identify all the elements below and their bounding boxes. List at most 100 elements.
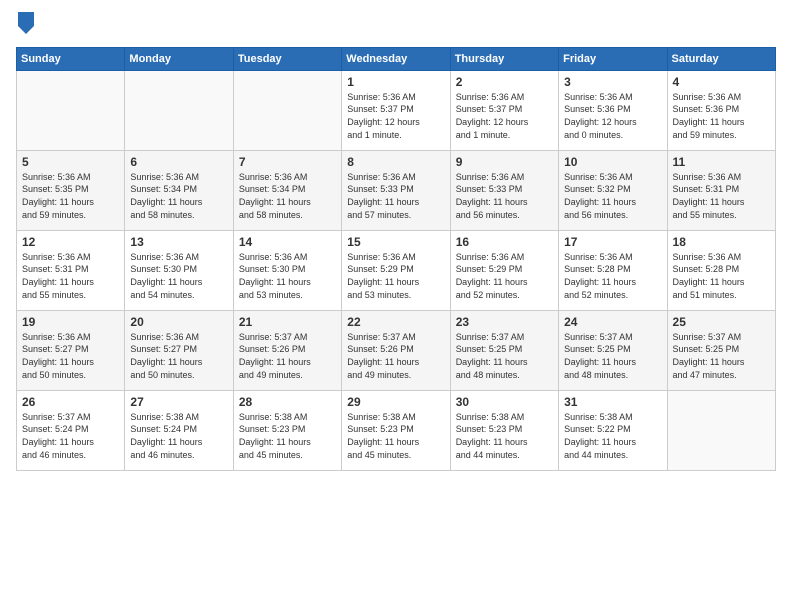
cell-text: Sunrise: 5:36 AM Sunset: 5:36 PM Dayligh…	[564, 91, 661, 141]
day-number: 15	[347, 235, 444, 249]
calendar-cell: 18 Sunrise: 5:36 AM Sunset: 5:28 PM Dayli…	[667, 230, 775, 310]
cell-text: Sunrise: 5:38 AM Sunset: 5:23 PM Dayligh…	[347, 411, 444, 461]
calendar-cell: 6 Sunrise: 5:36 AM Sunset: 5:34 PM Daylig…	[125, 150, 233, 230]
cell-text: Sunrise: 5:36 AM Sunset: 5:28 PM Dayligh…	[673, 251, 770, 301]
weekday-header-row: SundayMondayTuesdayWednesdayThursdayFrid…	[17, 47, 776, 70]
weekday-header: Thursday	[450, 47, 558, 70]
day-number: 21	[239, 315, 336, 329]
cell-text: Sunrise: 5:36 AM Sunset: 5:32 PM Dayligh…	[564, 171, 661, 221]
calendar-cell: 10 Sunrise: 5:36 AM Sunset: 5:32 PM Dayli…	[559, 150, 667, 230]
calendar-cell: 3 Sunrise: 5:36 AM Sunset: 5:36 PM Daylig…	[559, 70, 667, 150]
day-number: 12	[22, 235, 119, 249]
calendar-cell: 28 Sunrise: 5:38 AM Sunset: 5:23 PM Dayli…	[233, 390, 341, 470]
cell-text: Sunrise: 5:36 AM Sunset: 5:33 PM Dayligh…	[347, 171, 444, 221]
calendar-cell: 15 Sunrise: 5:36 AM Sunset: 5:29 PM Dayli…	[342, 230, 450, 310]
cell-text: Sunrise: 5:36 AM Sunset: 5:34 PM Dayligh…	[130, 171, 227, 221]
cell-text: Sunrise: 5:36 AM Sunset: 5:37 PM Dayligh…	[347, 91, 444, 141]
calendar-cell: 12Sunrise: 5:36 AM Sunset: 5:31 PM Dayli…	[17, 230, 125, 310]
calendar-week-row: 5Sunrise: 5:36 AM Sunset: 5:35 PM Daylig…	[17, 150, 776, 230]
day-number: 17	[564, 235, 661, 249]
cell-text: Sunrise: 5:36 AM Sunset: 5:27 PM Dayligh…	[22, 331, 119, 381]
logo-icon	[18, 12, 34, 34]
calendar-cell	[17, 70, 125, 150]
cell-text: Sunrise: 5:38 AM Sunset: 5:24 PM Dayligh…	[130, 411, 227, 461]
cell-text: Sunrise: 5:36 AM Sunset: 5:33 PM Dayligh…	[456, 171, 553, 221]
logo	[16, 12, 34, 39]
cell-text: Sunrise: 5:36 AM Sunset: 5:27 PM Dayligh…	[130, 331, 227, 381]
weekday-header: Wednesday	[342, 47, 450, 70]
calendar-cell: 23 Sunrise: 5:37 AM Sunset: 5:25 PM Dayli…	[450, 310, 558, 390]
calendar-cell: 14 Sunrise: 5:36 AM Sunset: 5:30 PM Dayli…	[233, 230, 341, 310]
day-number: 11	[673, 155, 770, 169]
calendar-table: SundayMondayTuesdayWednesdayThursdayFrid…	[16, 47, 776, 471]
day-number: 24	[564, 315, 661, 329]
day-number: 9	[456, 155, 553, 169]
day-number: 26	[22, 395, 119, 409]
calendar-cell: 11 Sunrise: 5:36 AM Sunset: 5:31 PM Dayli…	[667, 150, 775, 230]
day-number: 19	[22, 315, 119, 329]
cell-text: Sunrise: 5:36 AM Sunset: 5:30 PM Dayligh…	[130, 251, 227, 301]
weekday-header: Sunday	[17, 47, 125, 70]
day-number: 6	[130, 155, 227, 169]
calendar-cell: 22 Sunrise: 5:37 AM Sunset: 5:26 PM Dayli…	[342, 310, 450, 390]
day-number: 1	[347, 75, 444, 89]
page-header	[16, 12, 776, 39]
cell-text: Sunrise: 5:36 AM Sunset: 5:28 PM Dayligh…	[564, 251, 661, 301]
day-number: 5	[22, 155, 119, 169]
day-number: 30	[456, 395, 553, 409]
cell-text: Sunrise: 5:36 AM Sunset: 5:29 PM Dayligh…	[456, 251, 553, 301]
calendar-cell: 20 Sunrise: 5:36 AM Sunset: 5:27 PM Dayli…	[125, 310, 233, 390]
day-number: 18	[673, 235, 770, 249]
cell-text: Sunrise: 5:37 AM Sunset: 5:25 PM Dayligh…	[456, 331, 553, 381]
cell-text: Sunrise: 5:37 AM Sunset: 5:25 PM Dayligh…	[673, 331, 770, 381]
day-number: 28	[239, 395, 336, 409]
weekday-header: Friday	[559, 47, 667, 70]
calendar-cell: 24 Sunrise: 5:37 AM Sunset: 5:25 PM Dayli…	[559, 310, 667, 390]
cell-text: Sunrise: 5:36 AM Sunset: 5:34 PM Dayligh…	[239, 171, 336, 221]
cell-text: Sunrise: 5:38 AM Sunset: 5:23 PM Dayligh…	[456, 411, 553, 461]
calendar-cell	[233, 70, 341, 150]
cell-text: Sunrise: 5:38 AM Sunset: 5:22 PM Dayligh…	[564, 411, 661, 461]
calendar-cell: 21 Sunrise: 5:37 AM Sunset: 5:26 PM Dayli…	[233, 310, 341, 390]
calendar-cell: 29 Sunrise: 5:38 AM Sunset: 5:23 PM Dayli…	[342, 390, 450, 470]
day-number: 10	[564, 155, 661, 169]
day-number: 23	[456, 315, 553, 329]
weekday-header: Saturday	[667, 47, 775, 70]
calendar-cell: 19 Sunrise: 5:36 AM Sunset: 5:27 PM Dayli…	[17, 310, 125, 390]
cell-text: Sunrise: 5:36 AM Sunset: 5:31 PM Dayligh…	[673, 171, 770, 221]
calendar-cell: 17 Sunrise: 5:36 AM Sunset: 5:28 PM Dayli…	[559, 230, 667, 310]
day-number: 20	[130, 315, 227, 329]
calendar-week-row: 12Sunrise: 5:36 AM Sunset: 5:31 PM Dayli…	[17, 230, 776, 310]
calendar-week-row: 19 Sunrise: 5:36 AM Sunset: 5:27 PM Dayli…	[17, 310, 776, 390]
day-number: 2	[456, 75, 553, 89]
day-number: 3	[564, 75, 661, 89]
calendar-cell: 4 Sunrise: 5:36 AM Sunset: 5:36 PM Daylig…	[667, 70, 775, 150]
calendar-cell: 26Sunrise: 5:37 AM Sunset: 5:24 PM Dayli…	[17, 390, 125, 470]
calendar-week-row: 1 Sunrise: 5:36 AM Sunset: 5:37 PM Daylig…	[17, 70, 776, 150]
calendar-cell	[667, 390, 775, 470]
calendar-cell: 30 Sunrise: 5:38 AM Sunset: 5:23 PM Dayli…	[450, 390, 558, 470]
calendar-cell: 31 Sunrise: 5:38 AM Sunset: 5:22 PM Dayli…	[559, 390, 667, 470]
day-number: 22	[347, 315, 444, 329]
day-number: 27	[130, 395, 227, 409]
cell-text: Sunrise: 5:36 AM Sunset: 5:36 PM Dayligh…	[673, 91, 770, 141]
day-number: 13	[130, 235, 227, 249]
cell-text: Sunrise: 5:37 AM Sunset: 5:26 PM Dayligh…	[239, 331, 336, 381]
cell-text: Sunrise: 5:37 AM Sunset: 5:25 PM Dayligh…	[564, 331, 661, 381]
cell-text: Sunrise: 5:38 AM Sunset: 5:23 PM Dayligh…	[239, 411, 336, 461]
day-number: 31	[564, 395, 661, 409]
cell-text: Sunrise: 5:36 AM Sunset: 5:30 PM Dayligh…	[239, 251, 336, 301]
cell-text: Sunrise: 5:36 AM Sunset: 5:29 PM Dayligh…	[347, 251, 444, 301]
day-number: 29	[347, 395, 444, 409]
cell-text: Sunrise: 5:37 AM Sunset: 5:26 PM Dayligh…	[347, 331, 444, 381]
day-number: 25	[673, 315, 770, 329]
day-number: 14	[239, 235, 336, 249]
calendar-body: 1 Sunrise: 5:36 AM Sunset: 5:37 PM Daylig…	[17, 70, 776, 470]
cell-text: Sunrise: 5:36 AM Sunset: 5:37 PM Dayligh…	[456, 91, 553, 141]
day-number: 4	[673, 75, 770, 89]
calendar-cell: 16 Sunrise: 5:36 AM Sunset: 5:29 PM Dayli…	[450, 230, 558, 310]
calendar-week-row: 26Sunrise: 5:37 AM Sunset: 5:24 PM Dayli…	[17, 390, 776, 470]
day-number: 16	[456, 235, 553, 249]
day-number: 8	[347, 155, 444, 169]
weekday-header: Tuesday	[233, 47, 341, 70]
